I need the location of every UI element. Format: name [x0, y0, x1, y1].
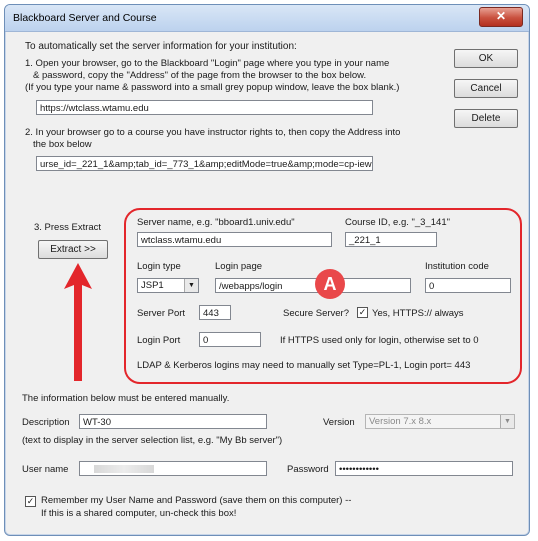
institution-code-input[interactable]: 0	[425, 278, 511, 293]
remember-checkbox[interactable]: ✓	[25, 496, 36, 507]
step2-line2: the box below	[33, 139, 92, 150]
institution-code-label: Institution code	[425, 261, 489, 272]
login-type-value: JSP1	[141, 280, 164, 291]
server-port-input[interactable]: 443	[199, 305, 231, 320]
description-hint: (text to display in the server selection…	[22, 435, 283, 446]
description-input[interactable]: WT-30	[79, 414, 267, 429]
login-page-input[interactable]: /webapps/login	[215, 278, 411, 293]
extract-button[interactable]: Extract >>	[38, 240, 108, 259]
check-icon: ✓	[26, 496, 35, 506]
chevron-down-icon[interactable]: ▼	[184, 279, 198, 292]
course-url-input[interactable]: urse_id=_221_1&amp;tab_id=_773_1&amp;edi…	[36, 156, 373, 171]
secure-server-label: Secure Server?	[283, 308, 350, 319]
close-button[interactable]: ✕	[479, 7, 523, 27]
server-name-label: Server name, e.g. "bboard1.univ.edu"	[137, 217, 295, 228]
https-login-note: If HTTPS used only for login, otherwise …	[280, 335, 479, 346]
login-type-select[interactable]: JSP1 ▼	[137, 278, 199, 293]
version-value: Version 7.x 8.x	[369, 416, 432, 427]
version-select[interactable]: Version 7.x 8.x ▼	[365, 414, 515, 429]
version-label: Version	[323, 417, 355, 428]
title-bar: Blackboard Server and Course ✕	[5, 5, 529, 32]
cancel-button[interactable]: Cancel	[454, 79, 518, 98]
intro-text: To automatically set the server informat…	[25, 41, 297, 52]
ldap-note: LDAP & Kerberos logins may need to manua…	[137, 360, 471, 371]
step1-line1: 1. Open your browser, go to the Blackboa…	[25, 58, 390, 69]
check-icon: ✓	[358, 307, 367, 317]
course-id-input[interactable]: _221_1	[345, 232, 437, 247]
remember-label: Remember my User Name and Password (save…	[41, 495, 352, 506]
login-url-input[interactable]: https://wtclass.wtamu.edu	[36, 100, 373, 115]
username-label: User name	[22, 464, 69, 475]
step2-line1: 2. In your browser go to a course you ha…	[25, 127, 401, 138]
server-name-input[interactable]: wtclass.wtamu.edu	[137, 232, 332, 247]
https-always-label: Yes, HTTPS:// always	[372, 308, 464, 319]
delete-button[interactable]: Delete	[454, 109, 518, 128]
manual-heading: The information below must be entered ma…	[22, 393, 230, 404]
ok-button[interactable]: OK	[454, 49, 518, 68]
login-port-label: Login Port	[137, 335, 181, 346]
https-checkbox[interactable]: ✓	[357, 307, 368, 318]
login-page-label: Login page	[215, 261, 263, 272]
annotation-badge: A	[315, 269, 345, 299]
dialog-window: Blackboard Server and Course ✕ To automa…	[4, 4, 530, 536]
description-label: Description	[22, 417, 70, 428]
password-label: Password	[287, 464, 329, 475]
shared-computer-note: If this is a shared computer, un-check t…	[41, 508, 237, 519]
step3-label: 3. Press Extract	[34, 222, 102, 233]
login-port-input[interactable]: 0	[199, 332, 261, 347]
window-title: Blackboard Server and Course	[13, 12, 157, 24]
redacted-username	[94, 465, 154, 473]
course-id-label: Course ID, e.g. "_3_141"	[345, 217, 450, 228]
password-input[interactable]: ••••••••••••	[335, 461, 513, 476]
chevron-down-icon[interactable]: ▼	[500, 415, 514, 428]
server-port-label: Server Port	[137, 308, 186, 319]
step1-line3: (If you type your name & password into a…	[25, 82, 400, 93]
annotation-arrow-icon	[64, 263, 92, 381]
login-type-label: Login type	[137, 261, 181, 272]
username-input[interactable]	[79, 461, 267, 476]
step1-line2: & password, copy the "Address" of the pa…	[33, 70, 367, 81]
